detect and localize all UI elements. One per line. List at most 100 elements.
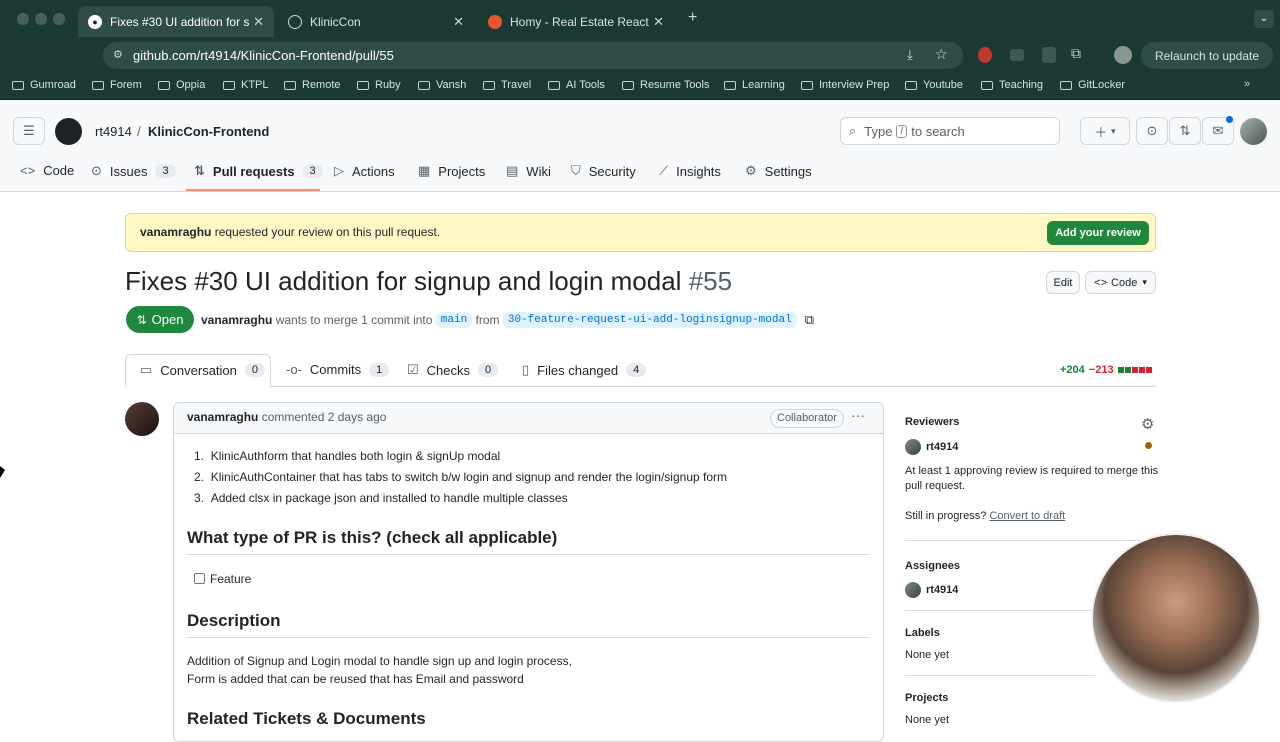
tab-security[interactable]: ⛉ Security (571, 163, 636, 179)
site-info-icon[interactable]: ⚙ (113, 48, 123, 61)
bookmark-item[interactable]: Forem (92, 79, 142, 91)
from-text: from (472, 313, 503, 327)
folder-icon (801, 80, 813, 90)
tab-pull-requests[interactable]: ⇅ Pull requests 3 (194, 163, 323, 179)
pr-author-link[interactable]: vanamraghu (201, 313, 272, 327)
bookmark-star-icon[interactable]: ☆ (935, 46, 948, 63)
copy-icon[interactable]: ⧉ (805, 312, 814, 328)
book-icon: ▤ (506, 163, 519, 178)
tab-code[interactable]: <> Code (20, 163, 74, 178)
base-branch[interactable]: main (435, 312, 473, 328)
pull-request-icon[interactable]: ⇅ (1169, 117, 1201, 145)
user-avatar[interactable] (1240, 118, 1267, 145)
tab-actions[interactable]: ▷ Actions (334, 163, 395, 179)
window-close-icon[interactable] (17, 13, 29, 25)
heading-divider (187, 637, 869, 638)
code-dropdown-button[interactable]: <> Code ▾ (1085, 271, 1156, 294)
commenter-avatar[interactable] (125, 402, 159, 436)
bookmark-item[interactable]: GitLocker (1060, 79, 1125, 91)
url-input[interactable]: ⚙ github.com/rt4914/KlinicCon-Frontend/p… (103, 42, 963, 69)
checklist-icon: ☑ (407, 362, 419, 377)
github-logo-icon[interactable] (55, 118, 82, 145)
bookmark-item[interactable]: Ruby (357, 79, 401, 91)
edit-title-button[interactable]: Edit (1046, 271, 1080, 294)
tab-settings[interactable]: ⚙ Settings (745, 163, 812, 179)
bookmark-item[interactable]: Youtube (905, 79, 963, 91)
browser-tab[interactable]: KlinicCon ✕ (278, 6, 474, 37)
repo-name-link[interactable]: KlinicCon-Frontend (148, 124, 269, 139)
tab-conversation[interactable]: ▭ Conversation 0 (140, 362, 266, 378)
tab-wiki[interactable]: ▤ Wiki (506, 163, 551, 179)
reviewer-item[interactable]: rt4914 (905, 439, 958, 455)
repo-owner-link[interactable]: rt4914 (95, 124, 132, 139)
bookmark-item[interactable]: Interview Prep (801, 79, 889, 91)
tab-files-changed[interactable]: ▯ Files changed 4 (522, 362, 647, 378)
bookmark-label: Teaching (999, 79, 1044, 91)
extension-icon[interactable] (978, 47, 992, 63)
feature-checkbox[interactable] (194, 573, 205, 584)
code-icon: <> (20, 163, 36, 178)
issues-icon[interactable]: ⊙ (1136, 117, 1168, 145)
repo-header (0, 100, 1280, 192)
tab-insights[interactable]: ⟋ Insights (659, 163, 721, 179)
profile-avatar[interactable] (1114, 46, 1132, 64)
create-new-button[interactable]: ＋ ▾ (1080, 117, 1130, 145)
bookmark-item[interactable]: Learning (724, 79, 785, 91)
reviewer-name: rt4914 (926, 440, 959, 453)
tab-search-icon[interactable]: ⌄ (1254, 10, 1274, 28)
bookmark-item[interactable]: AI Tools (548, 79, 605, 91)
extension-icon[interactable] (1042, 47, 1056, 63)
chevron-down-icon: ▾ (1142, 277, 1147, 287)
bookmark-label: AI Tools (566, 79, 605, 91)
more-bookmarks-icon[interactable]: » (1244, 78, 1250, 90)
bookmark-label: KTPL (241, 79, 269, 91)
gear-icon[interactable]: ⚙ (1141, 415, 1154, 433)
tab-label: Insights (676, 163, 721, 179)
window-minimize-icon[interactable] (35, 13, 47, 25)
new-tab-icon[interactable]: + (688, 9, 697, 27)
close-tab-icon[interactable]: ✕ (653, 14, 664, 30)
section-heading-related: Related Tickets & Documents (187, 709, 426, 728)
commit-icon: -o- (286, 362, 302, 377)
bookmark-item[interactable]: KTPL (223, 79, 269, 91)
tab-commits[interactable]: -o- Commits 1 (286, 362, 390, 377)
bookmark-item[interactable]: Gumroad (12, 79, 76, 91)
browser-tab-active[interactable]: ● Fixes #30 UI addition for sig ✕ (78, 6, 274, 37)
shield-icon: ⛉ (571, 163, 581, 178)
convert-to-draft-link[interactable]: Convert to draft (989, 510, 1065, 522)
window-maximize-icon[interactable] (53, 13, 65, 25)
labels-value: None yet (905, 649, 950, 661)
head-branch[interactable]: 30-feature-request-ui-add-loginsignup-mo… (502, 312, 797, 328)
bookmark-item[interactable]: Vansh (418, 79, 466, 91)
close-tab-icon[interactable]: ✕ (453, 14, 464, 30)
kebab-menu-icon[interactable]: ··· (851, 407, 865, 423)
comment-author-link[interactable]: vanamraghu (187, 410, 258, 424)
browser-tab[interactable]: Homy - Real Estate React Ne ✕ (478, 6, 674, 37)
comment-timestamp[interactable]: 2 days ago (328, 410, 387, 424)
extensions-puzzle-icon[interactable]: ⧉ (1071, 45, 1081, 62)
list-item: 3. Added clsx in package json and instal… (194, 491, 568, 505)
search-input[interactable]: ⌕ Type / to search (840, 117, 1060, 145)
banner-user-link[interactable]: vanamraghu (140, 225, 211, 239)
bookmark-item[interactable]: Teaching (981, 79, 1043, 91)
chevron-down-icon: ▾ (1111, 125, 1116, 136)
tab-checks[interactable]: ☑ Checks 0 (407, 362, 499, 378)
bookmark-item[interactable]: Travel (483, 79, 531, 91)
tab-issues[interactable]: ⊙ Issues 3 (91, 163, 176, 179)
merge-summary: vanamraghu wants to merge 1 commit into … (201, 312, 814, 328)
hamburger-menu-icon[interactable]: ☰ (13, 117, 45, 145)
folder-icon (483, 80, 495, 90)
add-your-review-button[interactable]: Add your review (1047, 221, 1149, 245)
tab-projects[interactable]: ▦ Projects (418, 163, 485, 179)
comment-action: commented (258, 410, 328, 424)
relaunch-button[interactable]: Relaunch to update (1141, 42, 1273, 69)
assignee-item[interactable]: rt4914 (905, 582, 958, 598)
diffstat-bar (1117, 367, 1152, 373)
install-icon[interactable]: ⤓ (907, 47, 913, 63)
bookmark-item[interactable]: Oppia (158, 79, 205, 91)
extension-icon[interactable] (1010, 49, 1024, 61)
bookmark-item[interactable]: Remote (284, 79, 341, 91)
bookmark-item[interactable]: Resume Tools (622, 79, 710, 91)
close-tab-icon[interactable]: ✕ (253, 14, 264, 30)
review-requirement-note: At least 1 approving review is required … (905, 465, 1159, 492)
